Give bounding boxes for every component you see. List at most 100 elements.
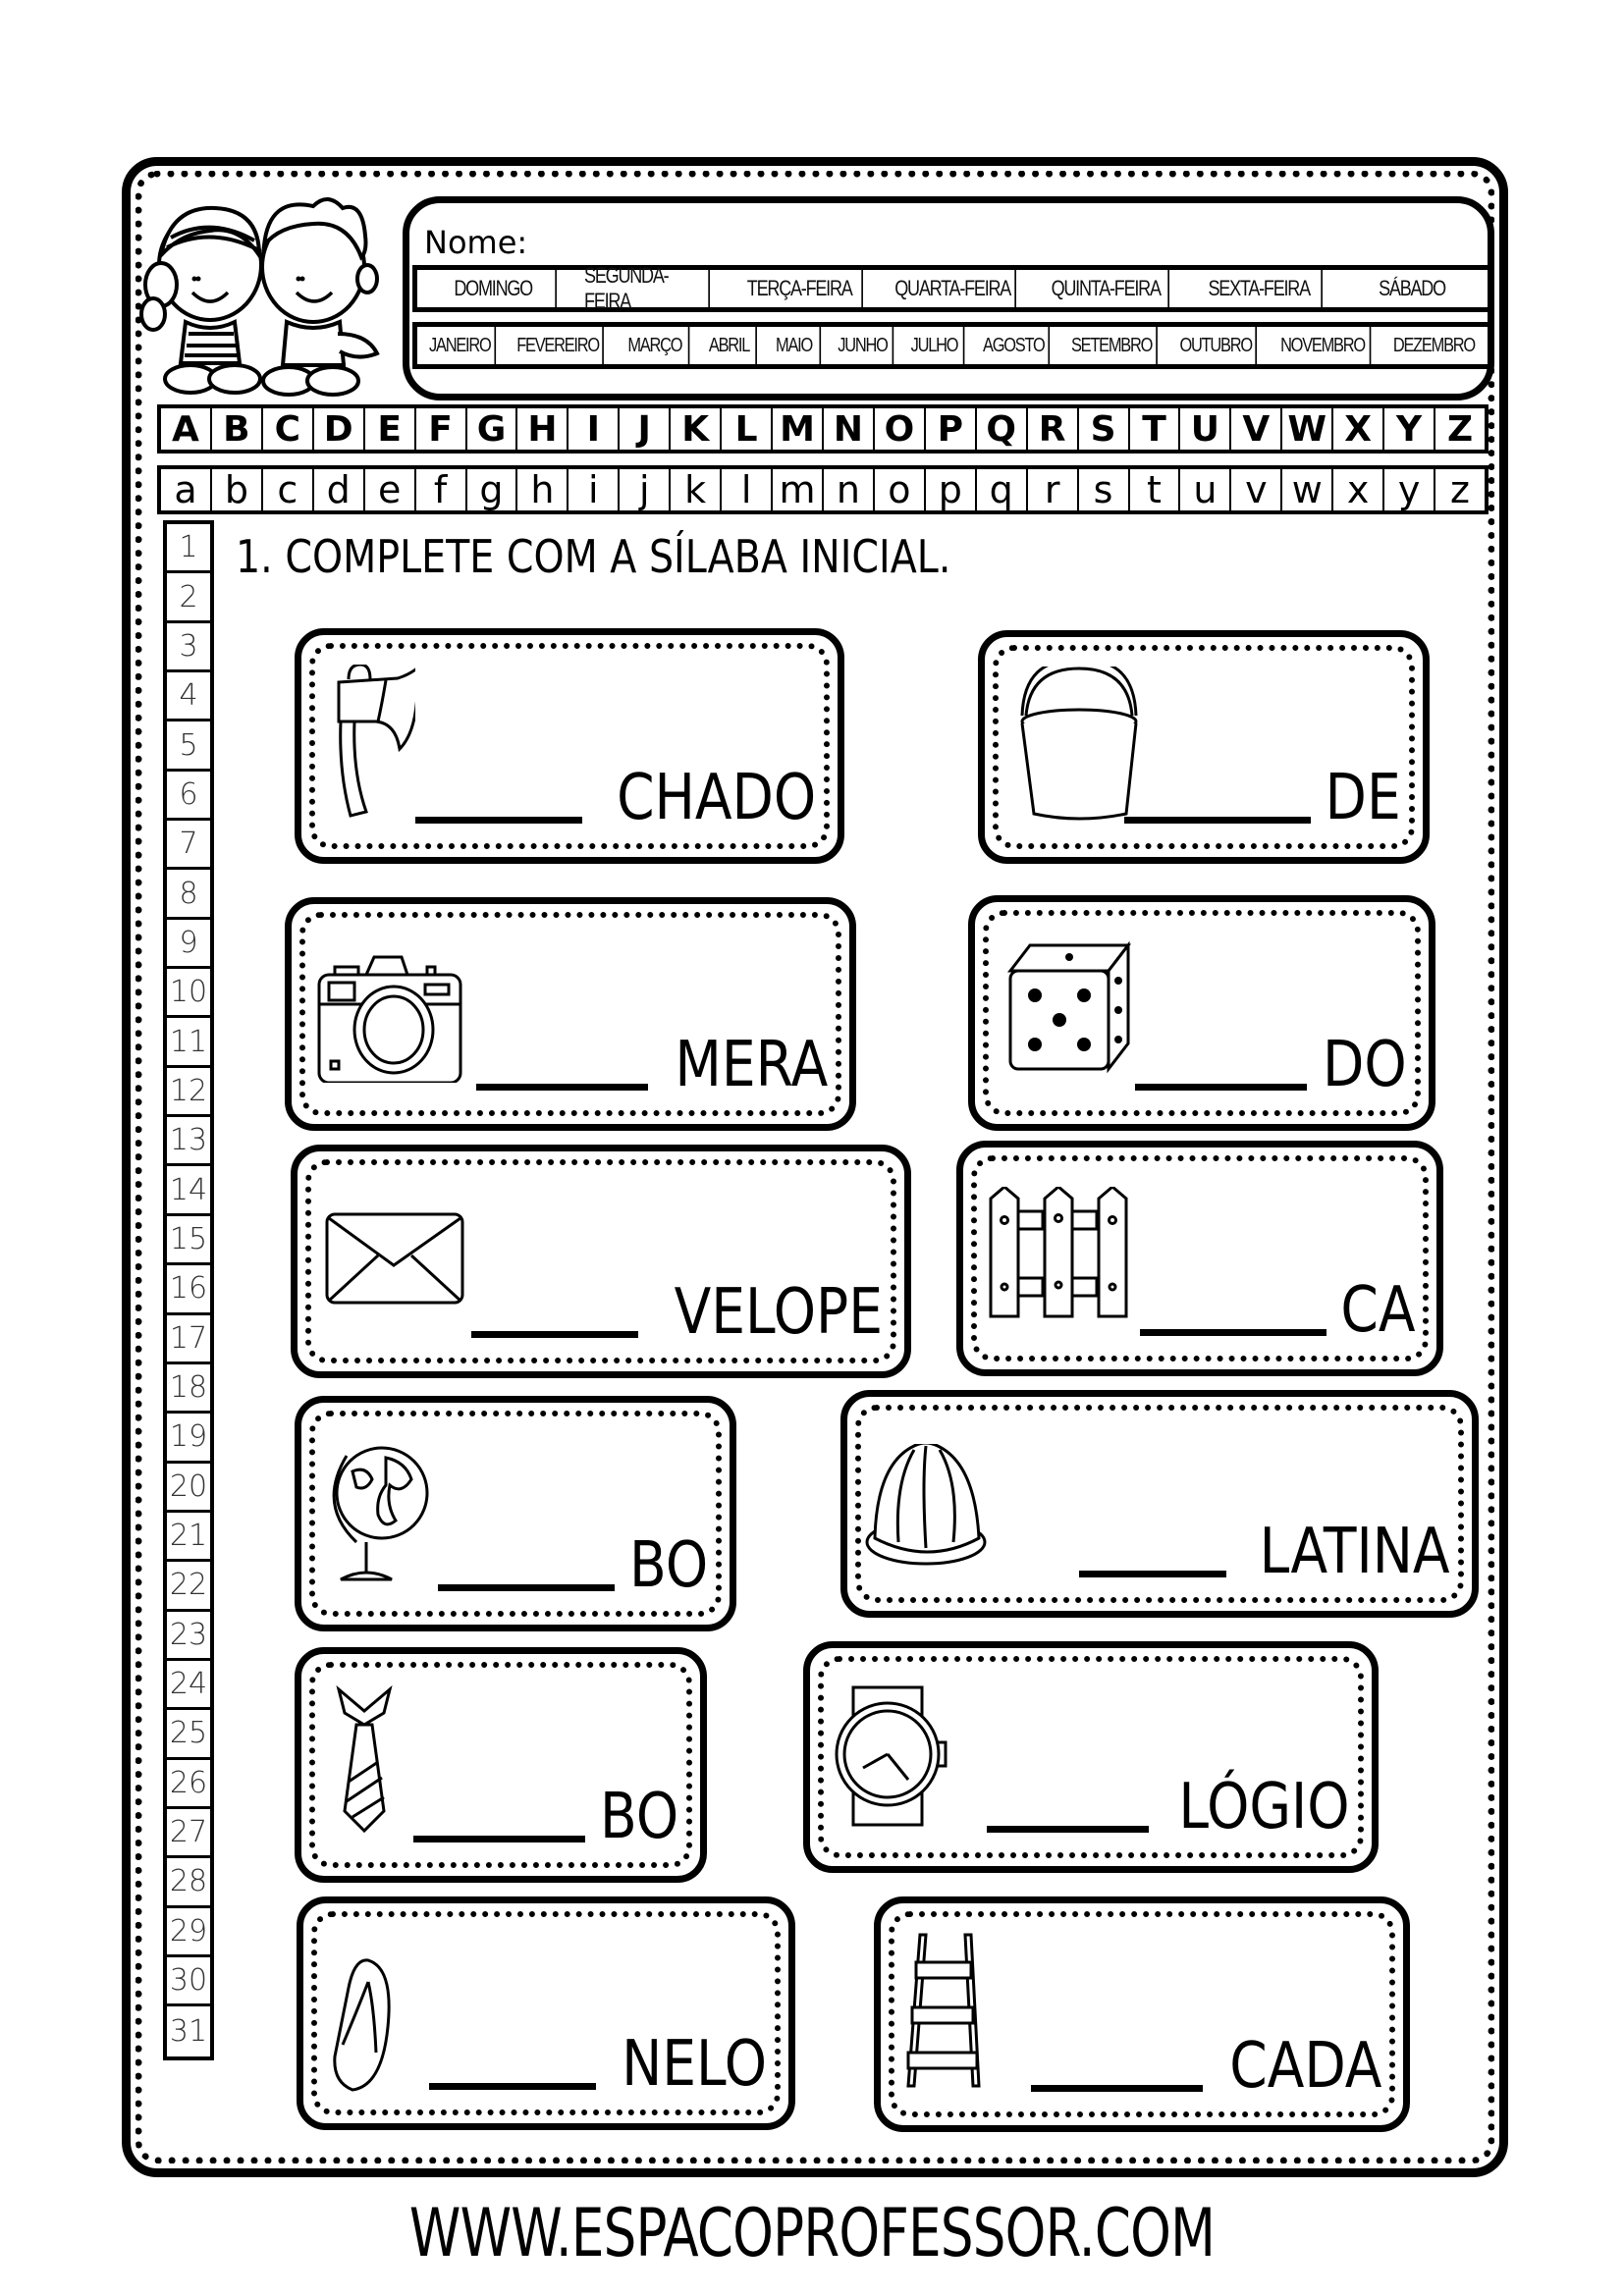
uppercase-letter-cell: B <box>212 408 263 450</box>
fence-icon <box>989 1187 1128 1318</box>
day-number-cell: 22 <box>167 1562 210 1612</box>
lowercase-letter-cell: b <box>212 468 263 511</box>
lowercase-letter-cell: u <box>1180 468 1232 511</box>
word-card: MERA <box>285 897 856 1131</box>
month-cell: JULHO <box>906 327 965 364</box>
weekday-cell: QUINTA-FEIRA <box>1044 270 1169 307</box>
uppercase-letter-cell: S <box>1079 408 1130 450</box>
name-label: Nome: <box>424 224 528 261</box>
word-ending: CADA <box>1228 2030 1381 2103</box>
uppercase-alphabet-row: ABCDEFGHIJKLMNOPQRSTUVWXYZ <box>157 404 1489 454</box>
word-ending: VELOPE <box>674 1276 883 1349</box>
word-ending: CA <box>1339 1274 1415 1347</box>
answer-blank[interactable] <box>428 2083 596 2090</box>
word-ending: CHADO <box>616 762 816 834</box>
day-number-cell: 5 <box>167 721 210 772</box>
month-cell: FEVEREIRO <box>514 327 604 364</box>
kids-illustration-icon <box>139 197 380 397</box>
lowercase-letter-cell: y <box>1384 468 1436 511</box>
word-ending: LÓGIO <box>1178 1771 1350 1843</box>
answer-blank[interactable] <box>1139 1329 1326 1336</box>
months-row: JANEIRO FEVEREIRO MARÇO ABRIL MAIO JUNHO… <box>412 322 1492 369</box>
dice-icon <box>1006 941 1132 1074</box>
weekday-cell: SEGUNDA-FEIRA <box>584 263 710 313</box>
weekday-cell: TERÇA-FEIRA <box>737 270 863 307</box>
uppercase-letter-cell: G <box>467 408 518 450</box>
exercise-instruction: 1. COMPLETE COM A SÍLABA INICIAL. <box>236 530 951 583</box>
lowercase-letter-cell: i <box>568 468 621 511</box>
weekdays-row: DOMINGO SEGUNDA-FEIRA TERÇA-FEIRA QUARTA… <box>412 263 1492 313</box>
month-cell: JANEIRO <box>425 327 497 364</box>
lowercase-letter-cell: f <box>416 468 467 511</box>
answer-blank[interactable] <box>437 1584 615 1591</box>
day-number-cell: 18 <box>167 1364 210 1415</box>
weekday-cell: DOMINGO <box>431 270 557 307</box>
uppercase-letter-cell: L <box>722 408 774 450</box>
weekday-cell: SÁBADO <box>1379 276 1446 300</box>
lowercase-letter-cell: a <box>161 468 212 511</box>
word-ending: DO <box>1323 1029 1407 1101</box>
month-cell: MAIO <box>769 327 821 364</box>
day-number-cell: 30 <box>167 1957 210 2007</box>
uppercase-letter-cell: H <box>517 408 569 450</box>
month-cell: MARÇO <box>622 327 690 364</box>
word-card: CADA <box>874 1896 1410 2132</box>
answer-blank[interactable] <box>475 1084 648 1091</box>
day-number-cell: 12 <box>167 1068 210 1118</box>
day-number-cell: 27 <box>167 1809 210 1859</box>
day-number-cell: 17 <box>167 1315 210 1364</box>
day-number-cell: 4 <box>167 672 210 722</box>
day-number-cell: 24 <box>167 1661 210 1711</box>
uppercase-letter-cell: A <box>161 408 212 450</box>
month-cell: OUTUBRO <box>1176 327 1257 364</box>
word-ending: BO <box>628 1529 708 1602</box>
uppercase-letter-cell: T <box>1130 408 1181 450</box>
uppercase-letter-cell: J <box>620 408 672 450</box>
month-cell: DEZEMBRO <box>1393 334 1476 356</box>
weekday-cell: QUARTA-FEIRA <box>891 270 1016 307</box>
answer-blank[interactable] <box>1079 1571 1227 1577</box>
word-card: NELO <box>297 1896 795 2130</box>
answer-blank[interactable] <box>412 1836 585 1842</box>
lowercase-letter-cell: o <box>875 468 926 511</box>
word-card: VELOPE <box>291 1145 911 1378</box>
lowercase-letter-cell: e <box>365 468 416 511</box>
day-number-cell: 16 <box>167 1265 210 1315</box>
lowercase-letter-cell: c <box>263 468 314 511</box>
word-card: DO <box>968 895 1435 1131</box>
answer-blank[interactable] <box>471 1331 638 1338</box>
month-cell: ABRIL <box>703 327 757 364</box>
day-number-cell: 31 <box>169 2013 208 2049</box>
lowercase-letter-cell: p <box>926 468 977 511</box>
weekday-cell: SEXTA-FEIRA <box>1197 270 1323 307</box>
word-card: CHADO <box>295 628 844 864</box>
lowercase-letter-cell: t <box>1130 468 1181 511</box>
uppercase-letter-cell: E <box>365 408 416 450</box>
day-number-cell: 26 <box>167 1760 210 1809</box>
day-number-cell: 29 <box>167 1908 210 1957</box>
lowercase-letter-cell: m <box>773 468 824 511</box>
word-card: CA <box>956 1141 1443 1376</box>
day-numbers-column: 1 2 3 4 5 6 7 8 9 10 11 12 13 14 15 16 17 18 19 20 21 22 23 24 2… <box>163 520 214 2060</box>
answer-blank[interactable] <box>987 1826 1150 1833</box>
globe-icon <box>332 1446 429 1581</box>
lowercase-letter-cell: z <box>1450 468 1470 511</box>
uppercase-letter-cell: W <box>1282 408 1334 450</box>
day-number-cell: 7 <box>167 821 210 871</box>
word-card: DE <box>978 630 1430 864</box>
answer-blank[interactable] <box>414 817 582 824</box>
answer-blank[interactable] <box>1030 2085 1203 2092</box>
day-number-cell: 10 <box>167 969 210 1019</box>
uppercase-letter-cell: P <box>926 408 977 450</box>
day-number-cell: 9 <box>167 920 210 970</box>
word-ending: BO <box>599 1781 678 1853</box>
answer-blank[interactable] <box>1135 1084 1308 1091</box>
uppercase-letter-cell: R <box>1028 408 1079 450</box>
answer-blank[interactable] <box>1124 817 1312 824</box>
gelatin-icon <box>865 1444 987 1566</box>
footer-website[interactable]: WWW.ESPACOPROFESSOR.COM <box>179 2195 1445 2272</box>
lowercase-letter-cell: r <box>1028 468 1079 511</box>
lowercase-letter-cell: l <box>722 468 774 511</box>
lowercase-letter-cell: v <box>1231 468 1283 511</box>
uppercase-letter-cell: N <box>824 408 875 450</box>
